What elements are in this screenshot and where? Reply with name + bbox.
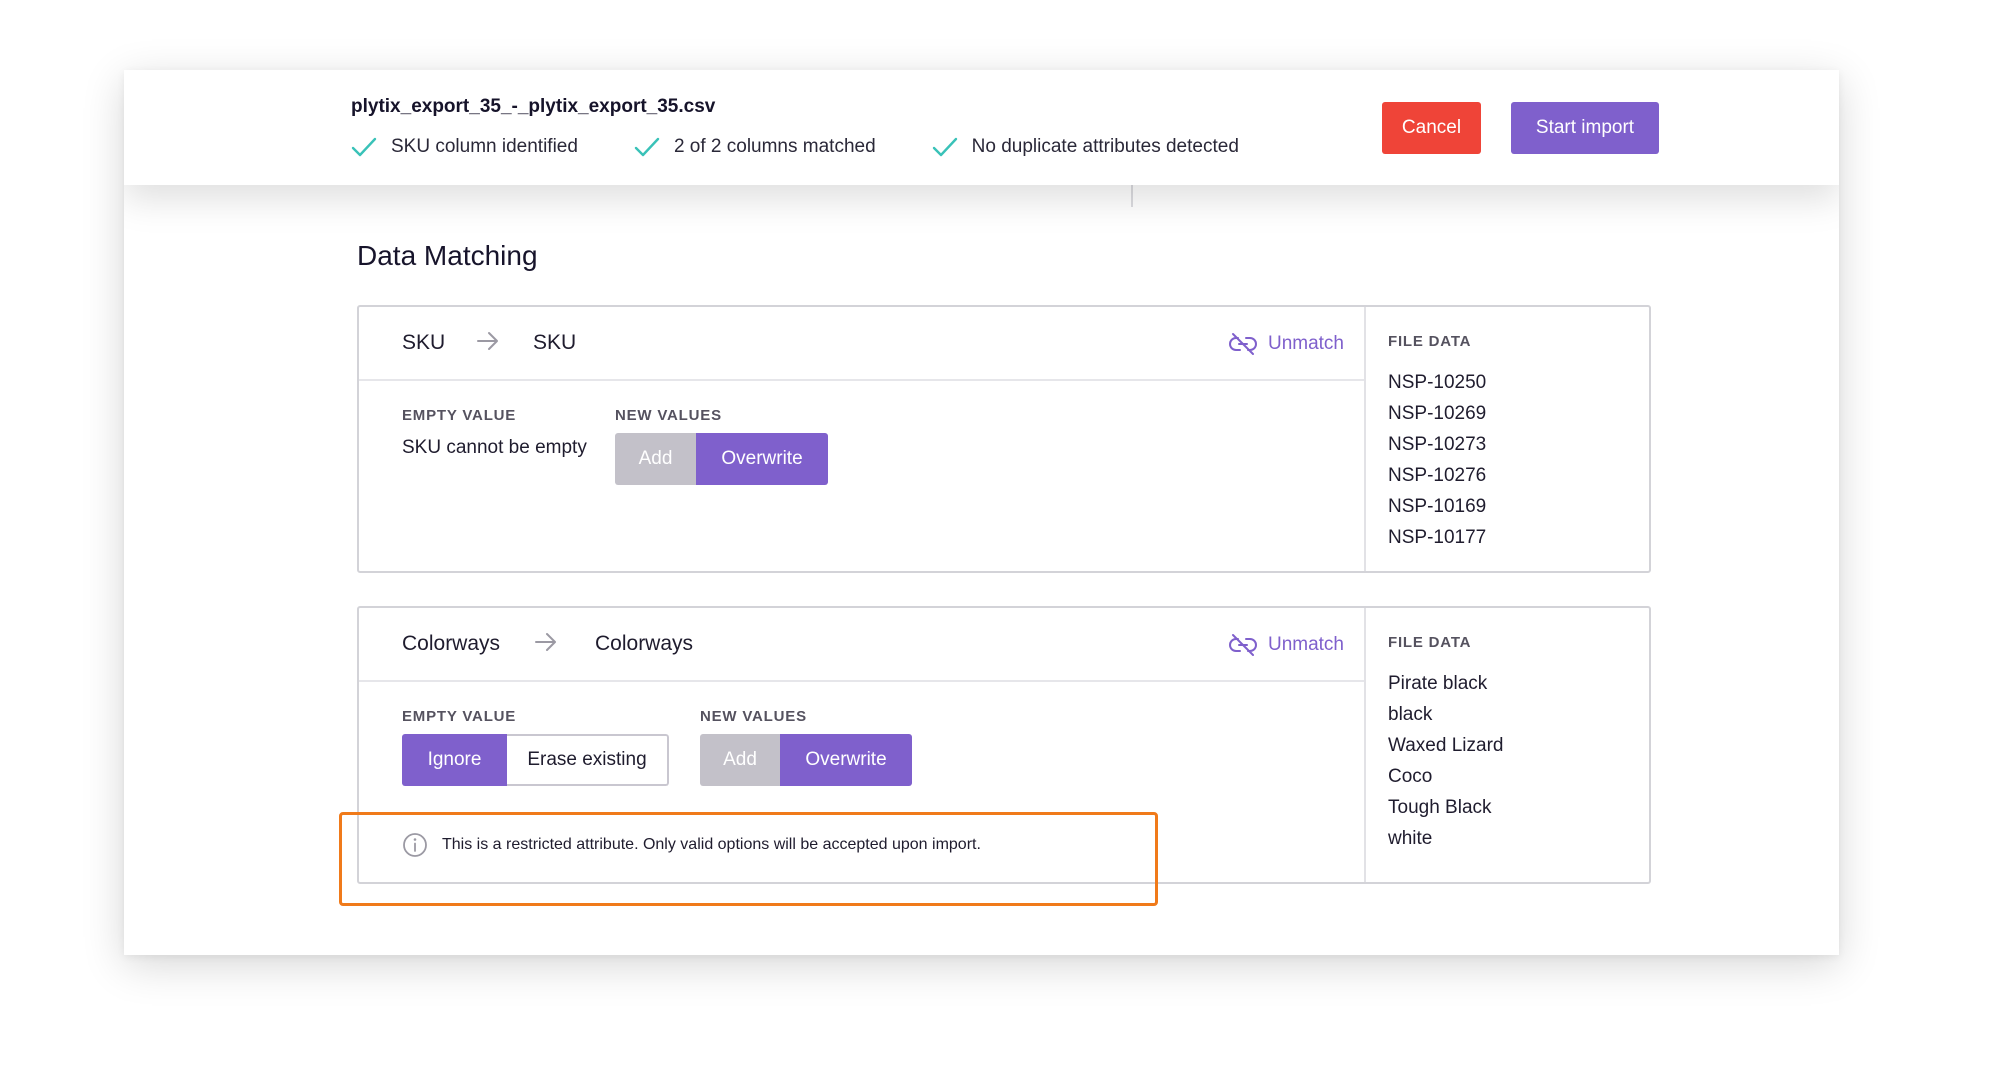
check-no-duplicates: No duplicate attributes detected	[932, 136, 1239, 158]
unlink-icon	[1228, 333, 1257, 355]
add-option[interactable]: Add	[615, 433, 696, 485]
file-data-item: Waxed Lizard	[1388, 735, 1504, 756]
cancel-button[interactable]: Cancel	[1382, 102, 1481, 154]
file-data-label: FILE DATA	[1388, 634, 1472, 651]
section-title: Data Matching	[357, 240, 538, 271]
match-row: SKU SKU Unmatch	[359, 307, 1364, 381]
mapping-card-sku: SKU SKU Unmatch EMPTY VALUE SKU cannot b…	[357, 305, 1651, 573]
file-data-panel: FILE DATA NSP-10250 NSP-10269 NSP-10273 …	[1364, 307, 1649, 571]
erase-existing-option[interactable]: Erase existing	[507, 734, 669, 786]
unmatch-label: Unmatch	[1267, 333, 1344, 354]
check-sku-identified: SKU column identified	[351, 136, 578, 158]
new-values-label: NEW VALUES	[700, 708, 807, 725]
add-option[interactable]: Add	[700, 734, 780, 786]
target-attribute: SKU	[533, 331, 577, 354]
new-values-toggle: Add Overwrite	[615, 433, 828, 485]
check-icon	[351, 137, 377, 157]
file-data-list: Pirate black black Waxed Lizard Coco Tou…	[1388, 668, 1503, 854]
unmatch-label: Unmatch	[1267, 634, 1344, 655]
unlink-icon	[1228, 634, 1257, 656]
validation-checks: SKU column identified 2 of 2 columns mat…	[351, 136, 1295, 158]
file-data-item: Tough Black	[1388, 797, 1492, 818]
target-attribute: Colorways	[595, 632, 694, 655]
empty-value-label: EMPTY VALUE	[402, 708, 517, 725]
file-data-label: FILE DATA	[1388, 333, 1472, 350]
source-attribute: Colorways	[402, 632, 501, 655]
check-label: 2 of 2 columns matched	[673, 136, 876, 157]
file-data-item: NSP-10276	[1388, 465, 1487, 486]
check-icon	[932, 137, 957, 157]
match-row: Colorways Colorways Unmatch	[359, 608, 1364, 682]
arrow-right-icon	[535, 633, 556, 651]
check-icon	[634, 137, 660, 157]
file-data-panel: FILE DATA Pirate black black Waxed Lizar…	[1364, 608, 1649, 882]
new-values-toggle: Add Overwrite	[700, 734, 912, 786]
file-data-item: Pirate black	[1388, 673, 1488, 694]
check-label: SKU column identified	[391, 136, 578, 157]
source-attribute: SKU	[402, 331, 446, 354]
overwrite-option[interactable]: Overwrite	[780, 734, 912, 786]
column-divider	[1131, 185, 1133, 207]
import-header: plytix_export_35_-_plytix_export_35.csv …	[124, 70, 1839, 185]
file-data-item: Coco	[1388, 766, 1433, 787]
file-name: plytix_export_35_-_plytix_export_35.csv	[351, 96, 716, 117]
file-data-item: NSP-10273	[1388, 434, 1487, 455]
ignore-option[interactable]: Ignore	[402, 734, 507, 786]
file-data-item: NSP-10177	[1388, 527, 1487, 548]
empty-value-toggle: Ignore Erase existing	[402, 734, 669, 786]
overwrite-option[interactable]: Overwrite	[696, 433, 828, 485]
file-data-item: NSP-10269	[1388, 403, 1487, 424]
unmatch-button[interactable]: Unmatch	[1228, 632, 1344, 658]
file-data-item: NSP-10250	[1388, 372, 1487, 393]
file-data-item: black	[1388, 704, 1433, 725]
check-label: No duplicate attributes detected	[971, 136, 1239, 157]
empty-value-text: SKU cannot be empty	[402, 437, 587, 458]
file-data-item: white	[1388, 828, 1433, 849]
new-values-label: NEW VALUES	[615, 407, 722, 424]
mapping-settings: SKU SKU Unmatch EMPTY VALUE SKU cannot b…	[359, 307, 1364, 571]
empty-value-label: EMPTY VALUE	[402, 407, 517, 424]
arrow-right-icon	[477, 332, 498, 350]
file-data-item: NSP-10169	[1388, 496, 1487, 517]
start-import-button[interactable]: Start import	[1511, 102, 1659, 154]
notice-highlight-box	[339, 812, 1158, 906]
unmatch-button[interactable]: Unmatch	[1228, 331, 1344, 357]
check-columns-matched: 2 of 2 columns matched	[634, 136, 876, 158]
file-data-list: NSP-10250 NSP-10269 NSP-10273 NSP-10276 …	[1388, 367, 1486, 553]
